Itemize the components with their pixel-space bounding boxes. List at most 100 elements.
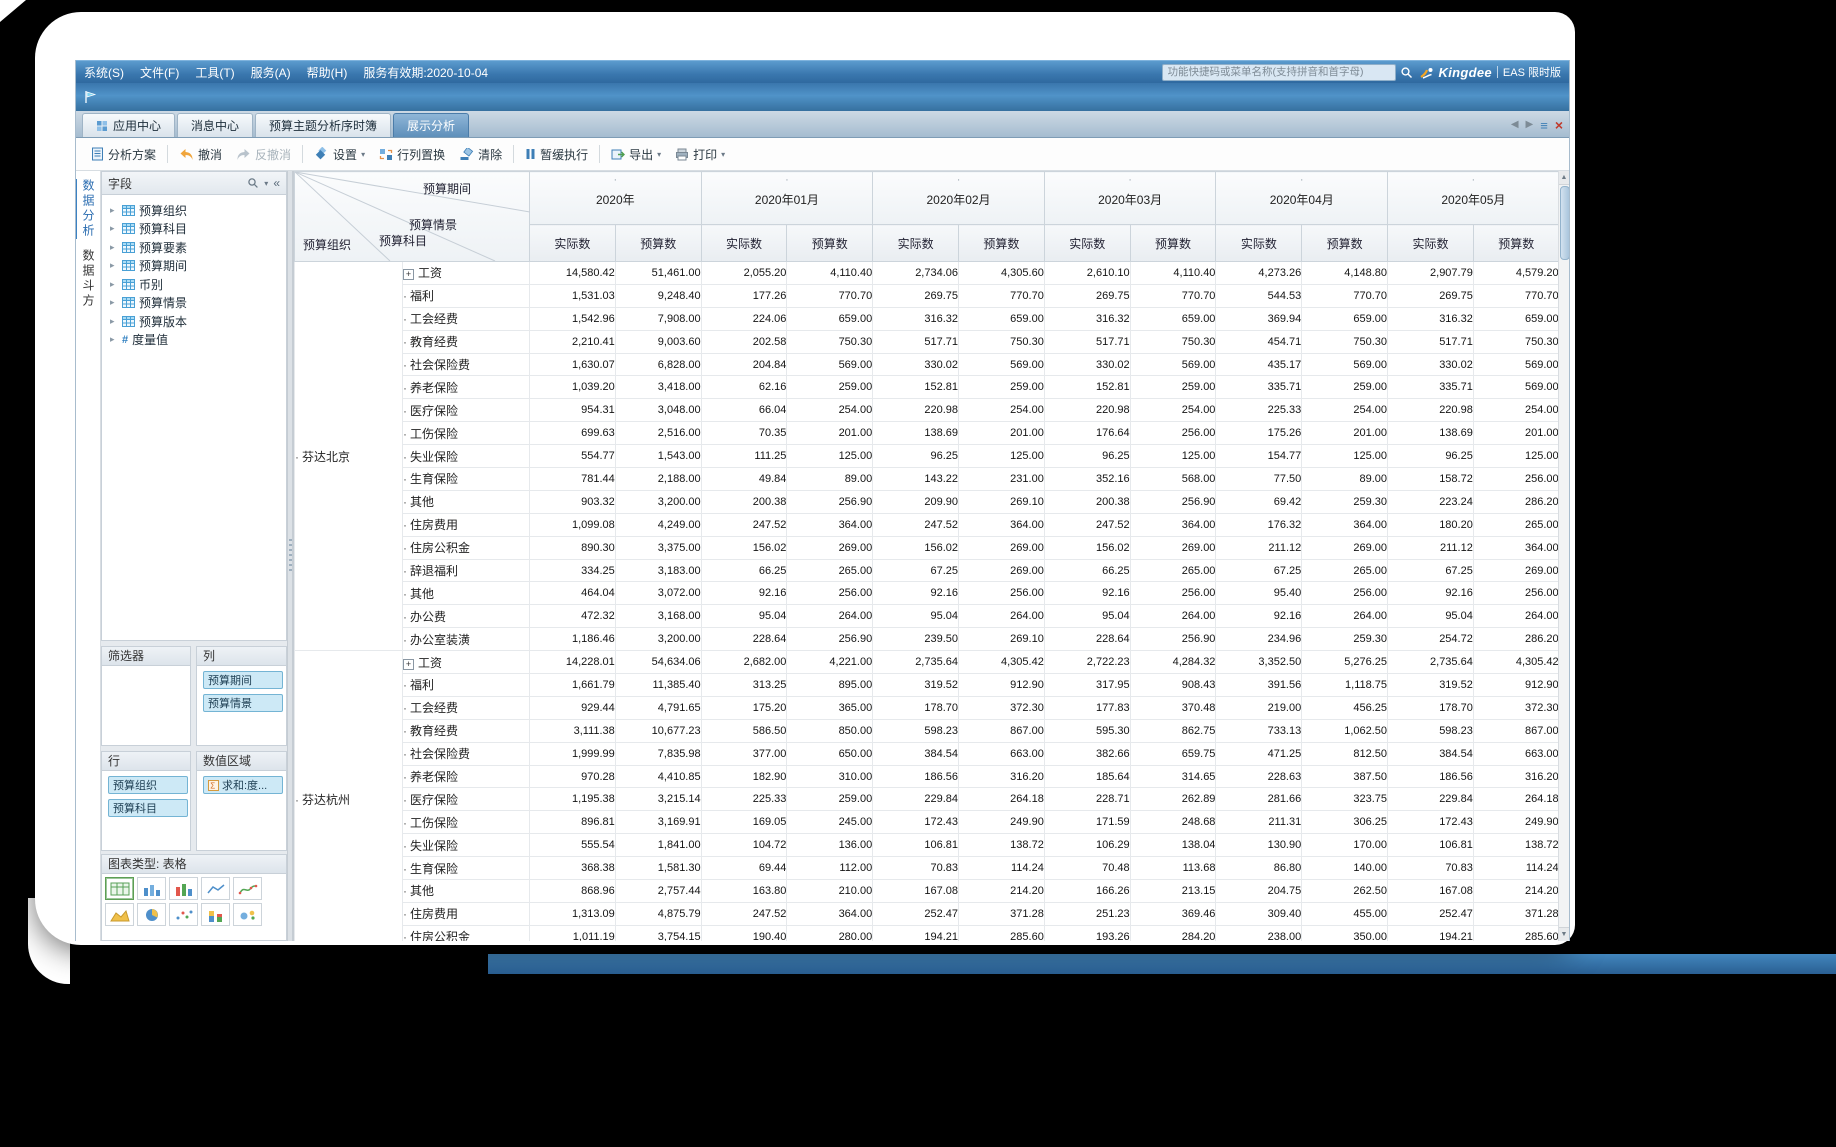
values-panel-body[interactable]: Σ求和:度... <box>196 771 287 851</box>
column-header-measure[interactable]: 实际数 <box>873 225 959 262</box>
row-header-subject[interactable]: ·工会经费 <box>403 307 530 330</box>
chart-type-table-icon[interactable] <box>105 877 134 900</box>
side-tab-data-analysis[interactable]: 数据分析 <box>79 179 97 239</box>
column-header-measure[interactable]: 实际数 <box>1044 225 1130 262</box>
row-group-org[interactable]: ·芬达杭州 <box>295 651 403 941</box>
tab-app-center[interactable]: 应用中心 <box>82 113 175 137</box>
columns-panel-body[interactable]: 预算期间预算情景 <box>196 666 287 746</box>
column-header-measure[interactable]: 预算数 <box>1473 225 1558 262</box>
back-icon[interactable]: ◀ <box>1511 120 1519 130</box>
menu-item-service[interactable]: 服务(A) <box>251 64 291 81</box>
chart-type-line-chart-icon[interactable] <box>201 877 230 900</box>
toolbar-button-defer-execution[interactable]: 暂缓执行 <box>518 142 595 166</box>
toolbar-button-export[interactable]: 导出▾ <box>604 142 668 166</box>
expand-arrow-icon[interactable]: ▸ <box>110 242 118 253</box>
field-tree-item-measure-value[interactable]: ▸#度量值 <box>102 331 286 350</box>
expand-arrow-icon[interactable]: ▸ <box>110 279 118 290</box>
row-header-subject[interactable]: ·医疗保险 <box>403 788 530 811</box>
row-header-subject[interactable]: ·辞退福利 <box>403 559 530 582</box>
field-tree-item-budget-org[interactable]: ▸预算组织 <box>102 201 286 220</box>
column-header-period[interactable]: ·2020年02月 <box>873 172 1045 225</box>
field-tree-item-budget-scenario[interactable]: ▸预算情景 <box>102 294 286 313</box>
field-pill-sum-measure[interactable]: Σ求和:度... <box>203 776 283 794</box>
scrollbar-thumb[interactable] <box>1560 186 1569 260</box>
field-tree-item-budget-version[interactable]: ▸预算版本 <box>102 312 286 331</box>
column-header-period[interactable]: ·2020年03月 <box>1044 172 1216 225</box>
column-header-measure[interactable]: 预算数 <box>787 225 873 262</box>
expand-arrow-icon[interactable]: ▸ <box>110 334 118 345</box>
row-header-subject[interactable]: ·住房公积金 <box>403 925 530 941</box>
column-header-period[interactable]: ·2020年05月 <box>1388 172 1558 225</box>
field-pill-budget-org[interactable]: 预算组织 <box>108 776 188 794</box>
row-header-subject[interactable]: ·生育保险 <box>403 468 530 491</box>
column-header-measure[interactable]: 实际数 <box>701 225 787 262</box>
tab-budget-theme-ledger[interactable]: 预算主题分析序时簿 <box>255 113 391 137</box>
field-pill-budget-scenario[interactable]: 预算情景 <box>203 694 283 712</box>
row-header-subject[interactable]: ·福利 <box>403 674 530 697</box>
toolbar-button-print[interactable]: 打印▾ <box>668 142 732 166</box>
column-header-measure[interactable]: 实际数 <box>1388 225 1474 262</box>
row-header-subject[interactable]: ·养老保险 <box>403 376 530 399</box>
chart-type-bar-chart-icon[interactable] <box>137 877 166 900</box>
column-header-measure[interactable]: 预算数 <box>1302 225 1388 262</box>
menu-item-tools[interactable]: 工具(T) <box>195 64 234 81</box>
expand-arrow-icon[interactable]: ▸ <box>110 260 118 271</box>
tab-message-center[interactable]: 消息中心 <box>177 113 253 137</box>
rows-panel-body[interactable]: 预算组织预算科目 <box>101 771 191 851</box>
chart-type-pie-chart-icon[interactable] <box>137 903 166 926</box>
column-header-measure[interactable]: 预算数 <box>959 225 1045 262</box>
toolbar-button-settings[interactable]: 设置▾ <box>307 142 372 166</box>
column-header-measure[interactable]: 实际数 <box>1216 225 1302 262</box>
side-tab-data-cube[interactable]: 数据斗方 <box>79 249 97 309</box>
chart-type-scatter-chart-icon[interactable] <box>169 903 198 926</box>
field-tree-item-budget-element[interactable]: ▸预算要素 <box>102 238 286 257</box>
row-header-subject[interactable]: ·工伤保险 <box>403 422 530 445</box>
column-header-measure[interactable]: 预算数 <box>1130 225 1216 262</box>
row-header-subject[interactable]: ·生育保险 <box>403 857 530 880</box>
row-group-org[interactable]: ·芬达北京 <box>295 262 403 651</box>
chevron-down-icon[interactable]: ▾ <box>264 179 268 188</box>
column-header-period[interactable]: ·2020年 <box>530 172 702 225</box>
collapse-panel-icon[interactable]: « <box>273 176 280 190</box>
column-header-measure[interactable]: 预算数 <box>615 225 701 262</box>
chart-type-curve-chart-icon[interactable] <box>233 877 262 900</box>
tab-display-analysis[interactable]: 展示分析 <box>393 113 469 137</box>
expand-arrow-icon[interactable]: ▸ <box>110 205 118 216</box>
row-header-subject[interactable]: ·工会经费 <box>403 696 530 719</box>
toolbar-button-analysis-scheme[interactable]: 分析方案 <box>84 142 163 166</box>
column-header-measure[interactable]: 实际数 <box>530 225 616 262</box>
field-tree-item-budget-subject[interactable]: ▸预算科目 <box>102 220 286 239</box>
toolbar-button-undo[interactable]: 撤消 <box>172 142 229 166</box>
quick-search-input[interactable] <box>1162 64 1396 81</box>
menu-item-file[interactable]: 文件(F) <box>140 64 179 81</box>
vertical-scrollbar[interactable]: ▲ ▼ <box>1558 171 1569 941</box>
expand-arrow-icon[interactable]: ▸ <box>110 316 118 327</box>
row-header-subject[interactable]: ·失业保险 <box>403 834 530 857</box>
search-icon[interactable] <box>1400 66 1413 79</box>
row-header-subject[interactable]: +工资 <box>403 651 530 674</box>
expand-plus-icon[interactable]: + <box>403 659 414 670</box>
row-header-subject[interactable]: ·社会保险费 <box>403 742 530 765</box>
column-header-period[interactable]: ·2020年04月 <box>1216 172 1388 225</box>
field-tree-item-currency[interactable]: ▸币别 <box>102 275 286 294</box>
expand-arrow-icon[interactable]: ▸ <box>110 297 118 308</box>
row-header-subject[interactable]: +工资 <box>403 262 530 285</box>
chart-type-area-chart-icon[interactable] <box>105 903 134 926</box>
row-header-subject[interactable]: ·医疗保险 <box>403 399 530 422</box>
row-header-subject[interactable]: ·教育经费 <box>403 330 530 353</box>
chart-type-stacked-bar-icon[interactable] <box>201 903 230 926</box>
field-search-icon[interactable] <box>247 177 259 189</box>
field-tree-item-budget-period[interactable]: ▸预算期间 <box>102 257 286 276</box>
forward-icon[interactable]: ▶ <box>1526 120 1534 130</box>
row-header-subject[interactable]: ·住房费用 <box>403 513 530 536</box>
shortcut-flag-icon[interactable] <box>82 89 98 105</box>
row-header-subject[interactable]: ·社会保险费 <box>403 353 530 376</box>
column-header-period[interactable]: ·2020年01月 <box>701 172 873 225</box>
close-icon[interactable]: × <box>1555 118 1563 132</box>
tab-list-icon[interactable]: ≡ <box>1540 119 1548 132</box>
chart-type-colored-bar-icon[interactable] <box>169 877 198 900</box>
toolbar-button-clear[interactable]: 清除 <box>452 142 509 166</box>
row-header-subject[interactable]: ·其他 <box>403 490 530 513</box>
row-header-subject[interactable]: ·工伤保险 <box>403 811 530 834</box>
row-header-subject[interactable]: ·住房公积金 <box>403 536 530 559</box>
